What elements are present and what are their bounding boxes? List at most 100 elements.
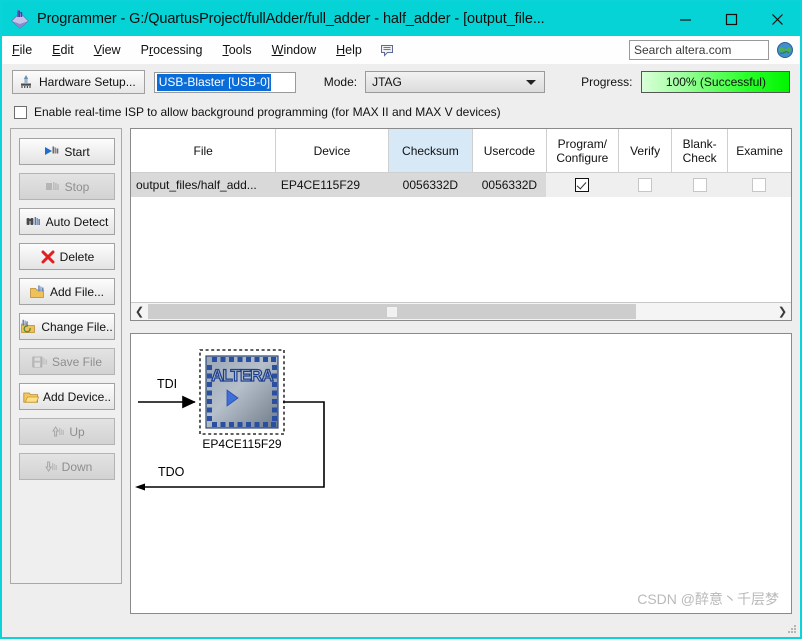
- toolbar-strip: Hardware Setup... USB-Blaster [USB-0] Mo…: [2, 64, 800, 123]
- chevron-left-icon[interactable]: ❮: [131, 303, 148, 320]
- isp-label: Enable real-time ISP to allow background…: [34, 105, 501, 119]
- menu-item-tools[interactable]: Tools: [212, 36, 261, 64]
- column-header-program-line2: Configure: [556, 150, 609, 165]
- column-header-checksum[interactable]: Checksum: [388, 129, 474, 173]
- column-header-blank-check[interactable]: Blank- Check: [671, 129, 729, 173]
- tdi-label: TDI: [157, 377, 177, 391]
- menu-item-help-rest: elp: [345, 43, 362, 57]
- globe-icon[interactable]: [776, 41, 794, 59]
- tdo-label: TDO: [158, 465, 185, 479]
- chain-svg: TDI TDO ALTERA EP4CE115F29: [135, 349, 325, 491]
- table-horizontal-scrollbar[interactable]: ❮ ❯: [131, 302, 791, 320]
- cell-verify[interactable]: [618, 172, 672, 197]
- table-row[interactable]: output_files/half_add... EP4CE115F29 005…: [131, 172, 791, 197]
- stop-icon: [45, 179, 61, 195]
- column-header-checksum-label: Checksum: [402, 143, 459, 158]
- isp-row: Enable real-time ISP to allow background…: [2, 101, 800, 123]
- verify-checkbox[interactable]: [638, 178, 653, 193]
- maximize-button[interactable]: [708, 2, 754, 36]
- column-header-verify[interactable]: Verify: [618, 129, 673, 173]
- device-table: File Device Checksum Usercode Program/ C…: [131, 129, 791, 197]
- chip-brand-label: ALTERA: [211, 366, 273, 385]
- mode-label: Mode:: [323, 75, 358, 89]
- add-device-icon: [23, 389, 39, 405]
- column-header-examine[interactable]: Examine: [727, 129, 791, 173]
- table-header-row: File Device Checksum Usercode Program/ C…: [131, 129, 791, 173]
- menu-item-view[interactable]: View: [84, 36, 131, 64]
- cell-program-configure[interactable]: [546, 172, 619, 197]
- move-up-button[interactable]: Up: [19, 418, 115, 445]
- cell-blank-check[interactable]: [671, 172, 728, 197]
- start-button-label: Start: [64, 144, 90, 159]
- hardware-field[interactable]: USB-Blaster [USB-0]: [153, 71, 296, 93]
- program-configure-checkbox[interactable]: [575, 178, 590, 193]
- cell-usercode: 0056332D: [472, 172, 547, 197]
- auto-detect-icon: [26, 214, 42, 230]
- move-down-button[interactable]: Down: [19, 453, 115, 480]
- column-header-file-label: File: [193, 143, 213, 158]
- isp-checkbox[interactable]: [14, 105, 27, 119]
- add-file-button[interactable]: Add File...: [19, 278, 115, 305]
- close-button[interactable]: [754, 2, 800, 36]
- column-header-file[interactable]: File: [131, 129, 277, 173]
- progress-label: Progress:: [581, 75, 633, 89]
- search-input[interactable]: [629, 40, 769, 60]
- menu-item-window-rest: indow: [283, 43, 317, 57]
- title-bar: Programmer - G:/QuartusProject/fullAdder…: [2, 2, 800, 36]
- resize-grip[interactable]: [787, 624, 797, 634]
- hardware-setup-button[interactable]: Hardware Setup...: [12, 70, 145, 94]
- column-header-device[interactable]: Device: [275, 129, 389, 173]
- add-file-icon: [30, 284, 46, 300]
- speech-note-icon[interactable]: [380, 42, 396, 58]
- hardware-setup-icon: [18, 74, 34, 90]
- save-file-button-label: Save File: [51, 354, 103, 369]
- scrollbar-thumb[interactable]: [148, 304, 637, 319]
- save-file-icon: [32, 354, 48, 370]
- menu-item-edit-rest: dit: [60, 43, 74, 57]
- menu-item-help[interactable]: Help: [326, 36, 372, 64]
- body-area: Start Stop Auto Detect Delete Add File..…: [2, 128, 800, 614]
- jtag-chain-diagram-panel[interactable]: TDI TDO ALTERA EP4CE115F29 CSDN @醉意丶千层梦: [130, 333, 792, 614]
- scrollbar-track[interactable]: [148, 304, 774, 319]
- mode-select[interactable]: JTAG: [365, 71, 546, 93]
- save-file-button[interactable]: Save File: [19, 348, 115, 375]
- auto-detect-button-label: Auto Detect: [45, 214, 109, 229]
- column-header-device-label: Device: [313, 143, 351, 158]
- stop-button[interactable]: Stop: [19, 173, 115, 200]
- programmer-window: Programmer - G:/QuartusProject/fullAdder…: [0, 0, 802, 639]
- change-file-button[interactable]: Change File..: [19, 313, 115, 340]
- toolbar-row: Hardware Setup... USB-Blaster [USB-0] Mo…: [2, 70, 800, 94]
- quartus-programmer-icon: [10, 9, 30, 29]
- progress-bar: 100% (Successful): [641, 71, 791, 93]
- chevron-right-icon[interactable]: ❯: [774, 303, 791, 320]
- move-down-button-label: Down: [61, 459, 93, 474]
- examine-checkbox[interactable]: [752, 178, 767, 193]
- delete-button-label: Delete: [59, 249, 95, 264]
- cell-examine[interactable]: [727, 172, 791, 197]
- start-button[interactable]: Start: [19, 138, 115, 165]
- action-button-panel: Start Stop Auto Detect Delete Add File..…: [10, 128, 122, 584]
- menu-item-edit[interactable]: Edit: [42, 36, 84, 64]
- mode-select-value: JTAG: [372, 75, 402, 89]
- move-up-button-label: Up: [69, 424, 85, 439]
- menu-item-processing[interactable]: Processing: [131, 36, 213, 64]
- right-column: File Device Checksum Usercode Program/ C…: [130, 128, 792, 614]
- column-header-usercode[interactable]: Usercode: [472, 129, 547, 173]
- arrow-up-icon: [49, 424, 65, 440]
- stop-button-label: Stop: [64, 179, 90, 194]
- auto-detect-button[interactable]: Auto Detect: [19, 208, 115, 235]
- table-empty-area: [131, 197, 791, 302]
- menu-item-file[interactable]: File: [2, 36, 42, 64]
- add-file-button-label: Add File...: [49, 284, 105, 299]
- delete-button[interactable]: Delete: [19, 243, 115, 270]
- minimize-button[interactable]: [662, 2, 708, 36]
- window-title: Programmer - G:/QuartusProject/fullAdder…: [37, 11, 545, 27]
- device-table-panel: File Device Checksum Usercode Program/ C…: [130, 128, 792, 321]
- menu-item-tools-rest: ools: [228, 43, 252, 57]
- blank-check-checkbox[interactable]: [692, 178, 707, 193]
- menu-item-window[interactable]: Window: [262, 36, 326, 64]
- add-device-button[interactable]: Add Device..: [19, 383, 115, 410]
- column-header-program-configure[interactable]: Program/ Configure: [546, 129, 620, 173]
- column-header-usercode-label: Usercode: [483, 143, 536, 158]
- menu-item-view-rest: iew: [101, 43, 121, 57]
